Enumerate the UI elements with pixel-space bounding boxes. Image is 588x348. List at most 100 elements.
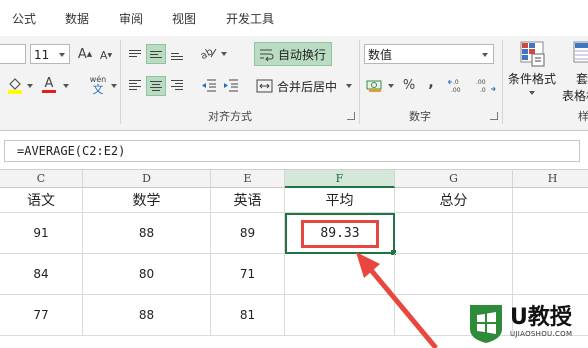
table-cell[interactable]: 总分 — [395, 188, 513, 213]
column-header-g[interactable]: G — [395, 170, 513, 188]
column-header-c[interactable]: C — [0, 170, 83, 188]
font-size-box[interactable]: 11 — [30, 44, 70, 64]
table-cell[interactable]: 88 — [83, 213, 211, 254]
decrease-decimal-icon: .00.0 — [476, 79, 496, 93]
align-right-button[interactable] — [168, 76, 186, 94]
number-format-select[interactable]: 数值 — [364, 44, 494, 64]
orientation-button[interactable]: ab — [200, 44, 218, 62]
column-header-h[interactable]: H — [513, 170, 588, 188]
align-left-button[interactable] — [126, 76, 144, 94]
tab-formulas[interactable]: 公式 — [12, 10, 36, 27]
table-cell[interactable] — [513, 254, 588, 295]
font-name-box[interactable] — [0, 44, 26, 64]
number-group-label: 数字 — [409, 110, 431, 123]
shrink-font-icon: A — [99, 48, 108, 62]
svg-text:.00: .00 — [451, 87, 461, 93]
chevron-down-icon[interactable] — [111, 84, 117, 88]
phonetic-button[interactable]: wén 文 — [86, 74, 110, 96]
phonetic-char: 文 — [92, 83, 104, 96]
watermark-logo: U教授 UJIAOSHOU.COM — [466, 296, 588, 348]
increase-decimal-button[interactable]: .0.00 — [448, 76, 470, 94]
align-right-icon — [171, 80, 183, 90]
table-cell[interactable]: 77 — [0, 295, 83, 336]
conditional-formatting-button[interactable]: 条件格式 — [504, 40, 560, 106]
table-cell[interactable]: 89 — [211, 213, 285, 254]
column-header-d[interactable]: D — [83, 170, 211, 188]
formula-input[interactable]: =AVERAGE(C2:E2) — [4, 140, 580, 162]
accounting-format-button[interactable] — [366, 76, 384, 94]
wrap-text-button[interactable]: 自动换行 — [254, 42, 332, 66]
middle-align-button[interactable] — [146, 44, 166, 64]
comma-style-button[interactable]: , — [422, 74, 440, 92]
table-cell[interactable]: 84 — [0, 254, 83, 295]
table-cell[interactable]: 71 — [211, 254, 285, 295]
chevron-down-icon[interactable] — [63, 84, 69, 88]
grow-font-button[interactable]: A ▲ — [76, 45, 94, 63]
text-orientation-icon: ab — [200, 46, 217, 61]
decrease-decimal-button[interactable]: .00.0 — [474, 76, 496, 94]
chevron-down-icon — [59, 53, 65, 57]
tab-review[interactable]: 审阅 — [119, 10, 143, 27]
wrap-text-label: 自动换行 — [278, 47, 327, 62]
top-align-button[interactable] — [126, 44, 144, 62]
dialog-launcher-icon[interactable] — [490, 112, 498, 120]
chevron-down-icon[interactable] — [388, 84, 394, 88]
table-cell[interactable]: 91 — [0, 213, 83, 254]
dialog-launcher-icon[interactable] — [347, 112, 355, 120]
svg-text:.0: .0 — [480, 87, 486, 93]
font-color-button[interactable]: A — [40, 76, 58, 94]
conditional-formatting-icon — [520, 41, 545, 67]
percent-icon: % — [402, 77, 416, 93]
tab-data[interactable]: 数据 — [65, 10, 89, 27]
table-cell[interactable]: 80 — [83, 254, 211, 295]
annotation-arrow-icon — [356, 252, 438, 348]
svg-text:.00: .00 — [476, 79, 486, 86]
chevron-down-icon[interactable] — [27, 84, 33, 88]
table-cell[interactable]: 81 — [211, 295, 285, 336]
comma-icon: , — [428, 75, 434, 91]
table-cell[interactable]: 88 — [83, 295, 211, 336]
increase-indent-button[interactable] — [222, 76, 240, 94]
ribbon: 11 A ▲ A ▼ A wén 文 ab 自动换行 合并后居中 对齐方式 数值… — [0, 36, 588, 131]
decrease-indent-button[interactable] — [200, 76, 218, 94]
chevron-down-icon — [529, 91, 535, 95]
align-left-icon — [129, 80, 141, 90]
align-top-icon — [129, 49, 141, 57]
chevron-down-icon — [482, 53, 488, 57]
align-center-icon — [150, 81, 162, 91]
paint-bucket-icon — [8, 78, 22, 94]
table-cell[interactable]: 平均 — [285, 188, 395, 213]
svg-text:.0: .0 — [453, 79, 459, 86]
chevron-down-icon[interactable] — [346, 84, 352, 88]
table-cell[interactable]: 语文 — [0, 188, 83, 213]
chevron-down-icon[interactable] — [221, 52, 227, 56]
shrink-font-button[interactable]: A ▼ — [97, 46, 115, 64]
fill-color-button[interactable] — [6, 76, 24, 94]
column-header-e[interactable]: E — [211, 170, 285, 188]
bottom-align-button[interactable] — [168, 44, 186, 62]
format-as-table-label-2: 表格格 — [562, 89, 588, 103]
font-color-icon: A — [44, 75, 54, 91]
table-cell[interactable]: 数学 — [83, 188, 211, 213]
ribbon-tab-bar: 公式 数据 审阅 视图 开发工具 — [0, 0, 588, 37]
tab-developer[interactable]: 开发工具 — [226, 10, 274, 27]
table-cell[interactable] — [513, 213, 588, 254]
table-cell[interactable] — [513, 188, 588, 213]
windows-logo-icon — [470, 305, 502, 343]
number-format-value: 数值 — [368, 48, 393, 62]
column-header-f[interactable]: F — [285, 170, 395, 188]
group-divider — [120, 40, 121, 124]
table-cell[interactable]: 英语 — [211, 188, 285, 213]
merge-center-icon — [256, 79, 273, 93]
align-center-button[interactable] — [146, 76, 166, 96]
merge-center-button[interactable]: 合并后居中 — [254, 76, 354, 96]
merge-center-label: 合并后居中 — [277, 79, 338, 94]
conditional-formatting-label: 条件格式 — [507, 72, 556, 86]
styles-group-label: 样 — [578, 110, 588, 123]
percent-style-button[interactable]: % — [400, 76, 418, 94]
grow-font-icon: A — [77, 46, 87, 62]
format-as-table-button[interactable]: 套 表格格 — [562, 40, 588, 106]
alignment-group-label: 对齐方式 — [208, 110, 252, 123]
watermark-text: U教授 — [510, 304, 572, 330]
tab-view[interactable]: 视图 — [172, 10, 196, 27]
